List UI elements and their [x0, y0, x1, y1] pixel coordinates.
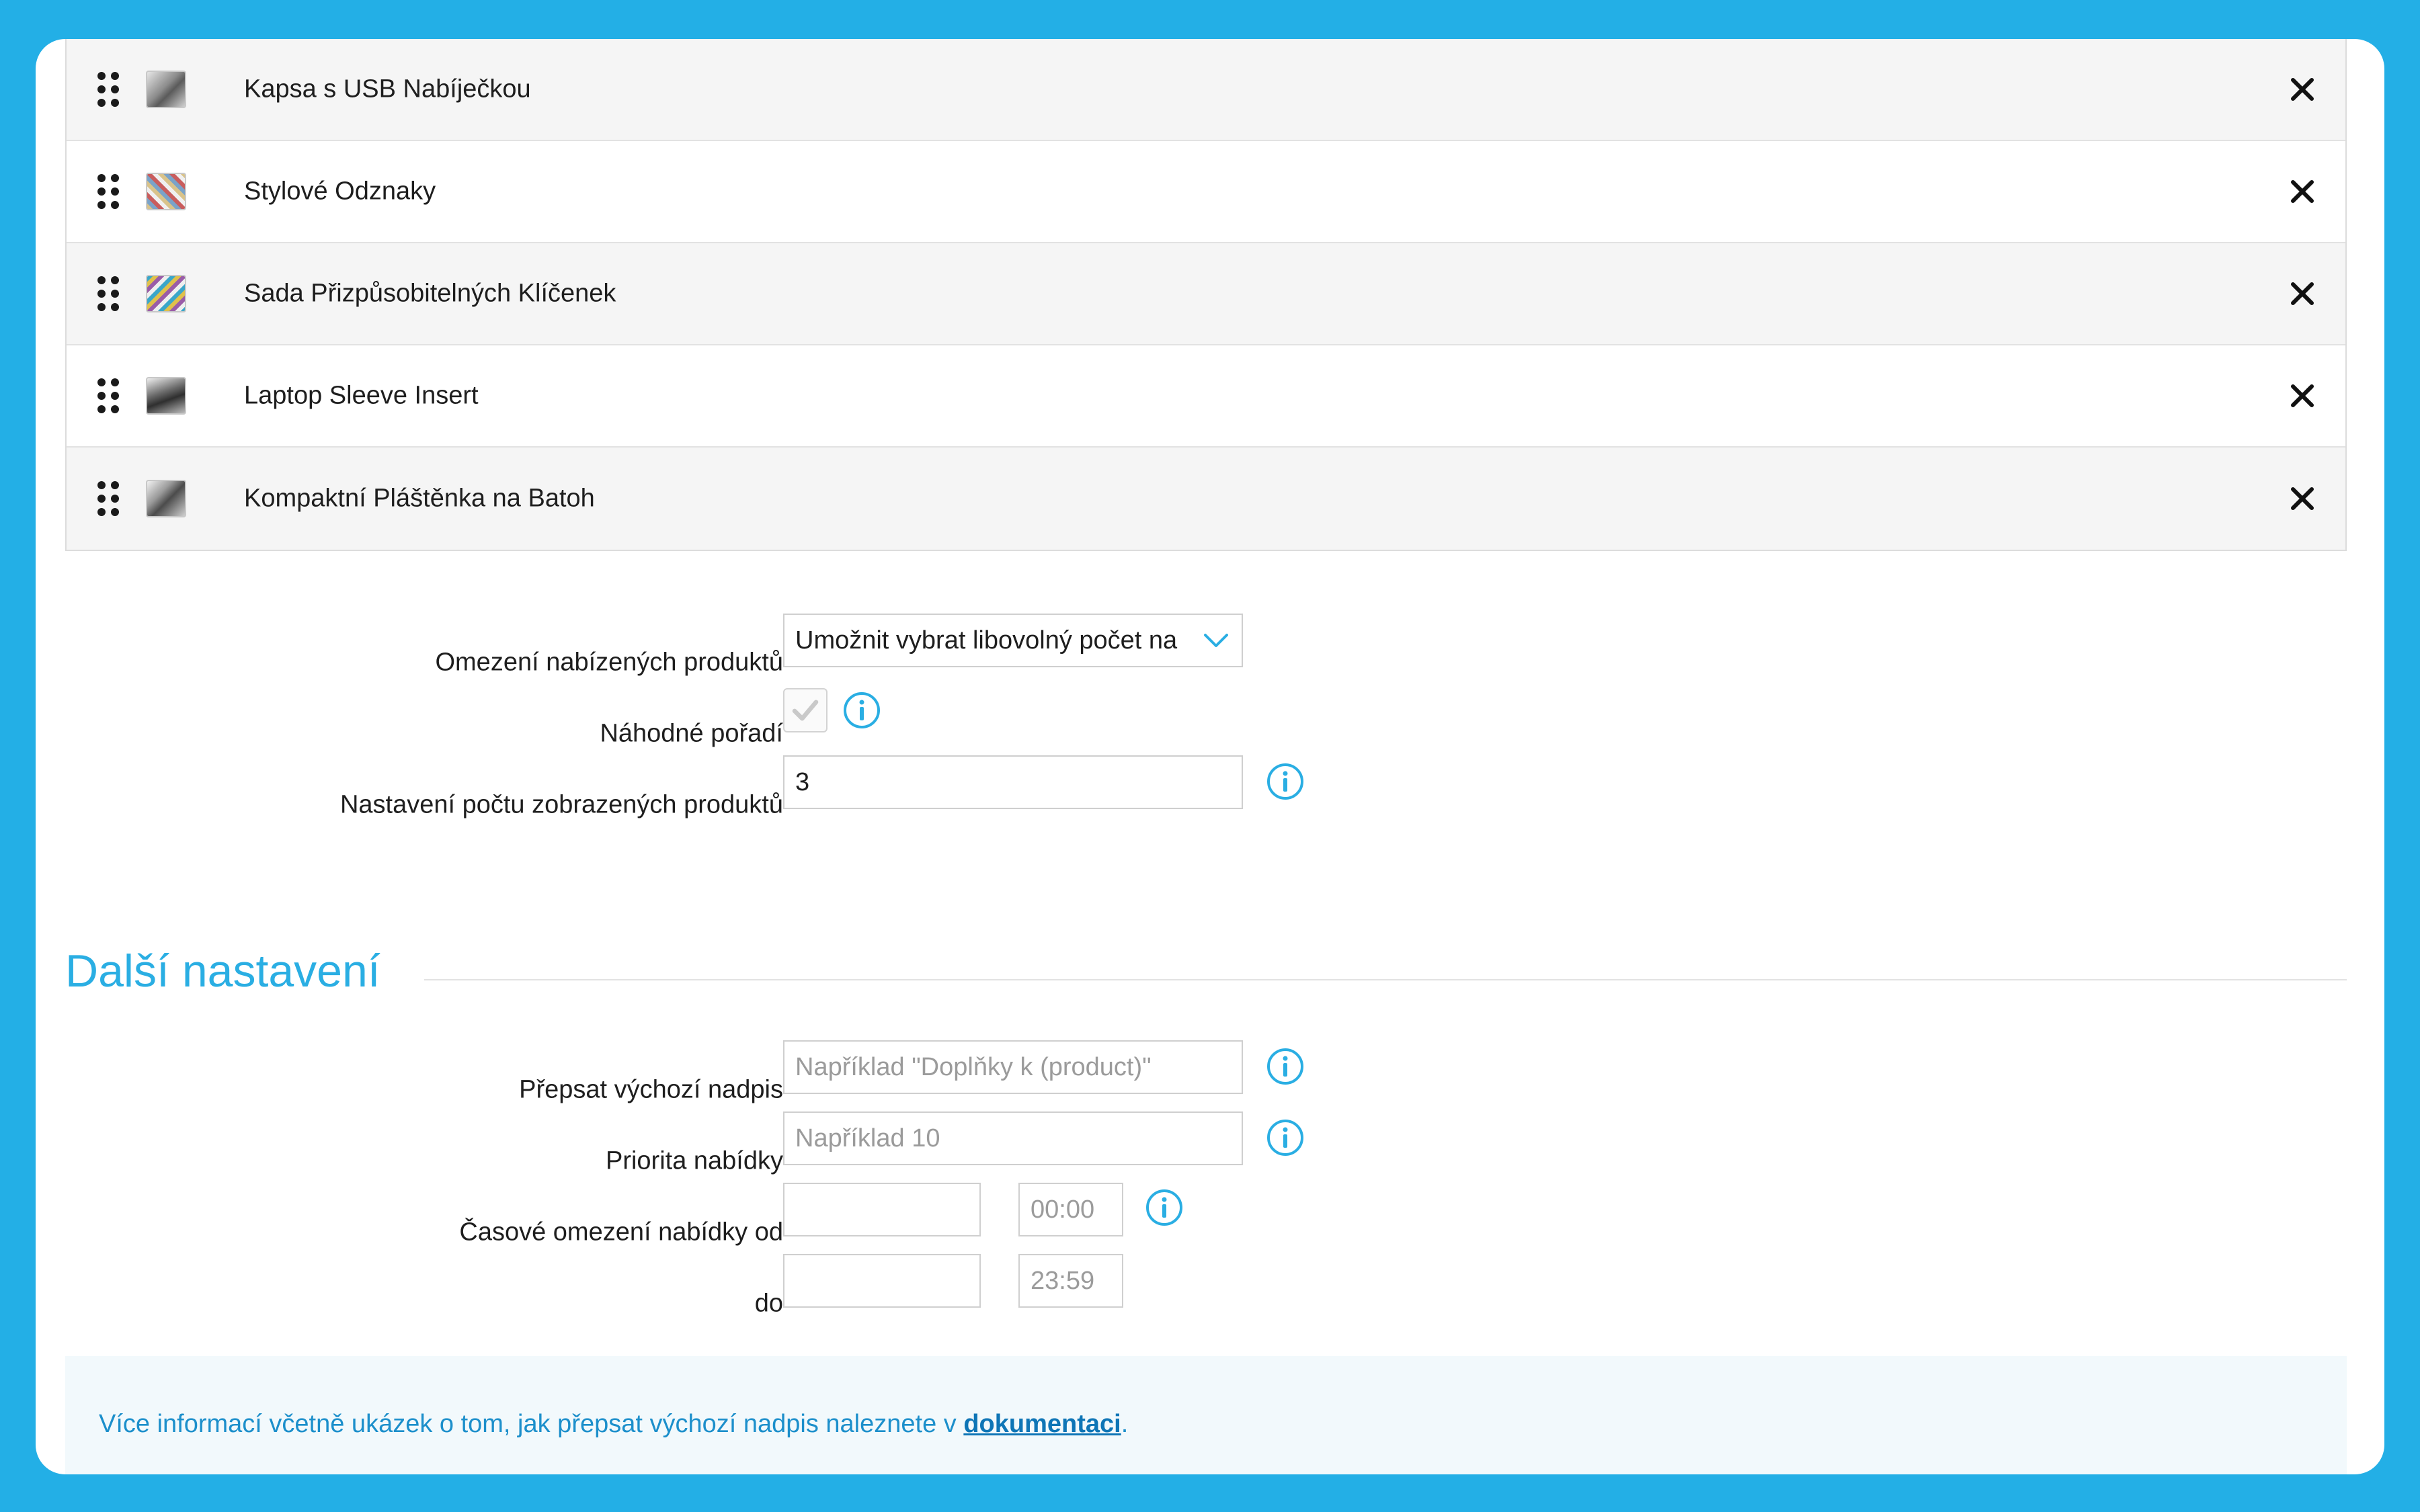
- info-icon[interactable]: [1266, 1118, 1305, 1157]
- time-to-value: 23:59: [1031, 1266, 1095, 1295]
- date-to-input[interactable]: [783, 1254, 981, 1308]
- time-to-label: do: [754, 1289, 783, 1318]
- product-row: Sada Přizpůsobitelných Klíčenek: [67, 243, 2345, 345]
- product-name: Kompaktní Pláštěnka na Batoh: [244, 484, 595, 513]
- chevron-down-icon: [1204, 634, 1228, 647]
- product-thumbnail: [146, 480, 186, 517]
- drag-handle-icon[interactable]: [97, 276, 119, 311]
- drag-handle-icon[interactable]: [97, 481, 119, 516]
- info-icon[interactable]: [842, 691, 881, 730]
- drag-handle-icon[interactable]: [97, 72, 119, 107]
- note-text: Více informací včetně ukázek o tom, jak …: [99, 1410, 1128, 1439]
- remove-product-icon[interactable]: [2286, 482, 2318, 515]
- date-from-input[interactable]: [783, 1183, 981, 1236]
- random-order-checkbox[interactable]: [783, 688, 828, 732]
- priority-placeholder: Například 10: [795, 1124, 940, 1152]
- time-from-label: Časové omezení nabídky od: [459, 1218, 783, 1247]
- section-title: Další nastavení: [65, 946, 380, 997]
- product-row: Kapsa s USB Nabíječkou: [67, 39, 2345, 141]
- product-list: Kapsa s USB Nabíječkou Stylové Odznaky S…: [65, 39, 2347, 551]
- section-divider: [424, 979, 2347, 980]
- display-count-value: 3: [795, 767, 810, 796]
- info-icon[interactable]: [1145, 1188, 1184, 1227]
- product-thumbnail: [146, 71, 186, 108]
- info-icon[interactable]: [1266, 1047, 1305, 1086]
- product-name: Laptop Sleeve Insert: [244, 381, 479, 410]
- priority-label: Priorita nabídky: [605, 1146, 783, 1175]
- product-row: Laptop Sleeve Insert: [67, 345, 2345, 448]
- drag-handle-icon[interactable]: [97, 378, 119, 413]
- random-order-label: Náhodné pořadí: [600, 719, 783, 748]
- note-text-suffix: .: [1121, 1410, 1129, 1438]
- product-name: Kapsa s USB Nabíječkou: [244, 75, 531, 103]
- override-heading-label: Přepsat výchozí nadpis: [519, 1075, 783, 1104]
- restriction-label: Omezení nabízených produktů: [435, 648, 783, 677]
- drag-handle-icon[interactable]: [97, 174, 119, 209]
- override-heading-placeholder: Například "Doplňky k (product)": [795, 1052, 1152, 1081]
- product-name: Stylové Odznaky: [244, 177, 436, 206]
- remove-product-icon[interactable]: [2286, 175, 2318, 208]
- time-from-input[interactable]: 00:00: [1018, 1183, 1123, 1236]
- display-count-input[interactable]: 3: [783, 755, 1243, 809]
- product-thumbnail: [146, 275, 186, 312]
- remove-product-icon[interactable]: [2286, 73, 2318, 106]
- documentation-link[interactable]: dokumentaci: [963, 1410, 1121, 1438]
- display-count-label: Nastavení počtu zobrazených produktů: [339, 790, 783, 819]
- restriction-select-value: Umožnit vybrat libovolný počet na: [795, 626, 1178, 655]
- product-thumbnail: [146, 377, 186, 415]
- settings-card: Kapsa s USB Nabíječkou Stylové Odznaky S…: [36, 39, 2384, 1474]
- product-thumbnail: [146, 173, 186, 210]
- override-heading-input[interactable]: Například "Doplňky k (product)": [783, 1040, 1243, 1094]
- product-row: Stylové Odznaky: [67, 141, 2345, 243]
- product-row: Kompaktní Pláštěnka na Batoh: [67, 448, 2345, 550]
- time-to-input[interactable]: 23:59: [1018, 1254, 1123, 1308]
- time-from-value: 00:00: [1031, 1195, 1095, 1224]
- remove-product-icon[interactable]: [2286, 278, 2318, 310]
- product-name: Sada Přizpůsobitelných Klíčenek: [244, 279, 616, 308]
- restriction-select[interactable]: Umožnit vybrat libovolný počet na: [783, 614, 1243, 667]
- documentation-note: Více informací včetně ukázek o tom, jak …: [65, 1356, 2347, 1474]
- info-icon[interactable]: [1266, 762, 1305, 801]
- priority-input[interactable]: Například 10: [783, 1111, 1243, 1165]
- checkmark-icon: [792, 700, 819, 721]
- remove-product-icon[interactable]: [2286, 380, 2318, 412]
- note-text-body: Více informací včetně ukázek o tom, jak …: [99, 1410, 964, 1438]
